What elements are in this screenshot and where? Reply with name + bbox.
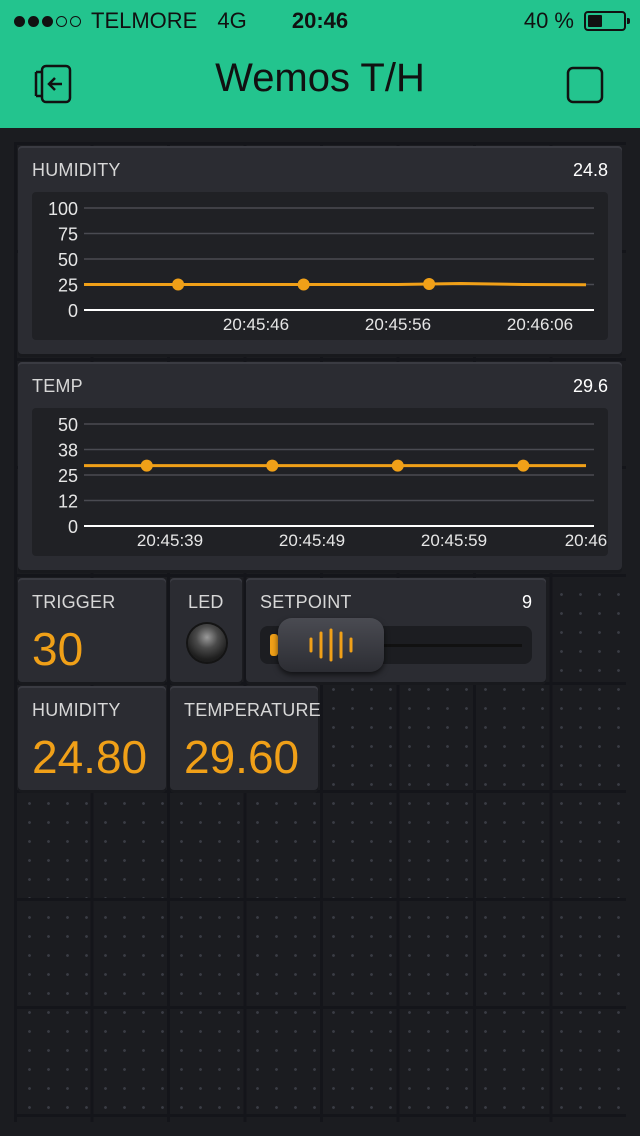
header: Wemos T/H [0, 40, 640, 128]
y-tick-label: 0 [68, 301, 78, 321]
y-tick-label: 25 [58, 466, 78, 486]
temp-plot-area: 50 38 25 12 0 20:45:39 20:45:49 20:45:59 20:46 [32, 408, 608, 556]
x-tick-label: 20:45:46 [223, 315, 289, 334]
humidity-chart-value: 24.8 [572, 160, 608, 180]
y-tick-label: 50 [58, 250, 78, 270]
setpoint-label: SETPOINT [260, 592, 352, 612]
data-point [391, 459, 404, 472]
humidity-chart: 100 75 50 25 0 20:45:46 20:45:56 20:46:06 [48, 199, 594, 334]
data-point [297, 278, 310, 291]
data-point [517, 459, 530, 472]
trigger-label: TRIGGER [32, 592, 116, 612]
led-widget: LED [170, 578, 242, 682]
slider-fill [270, 634, 278, 656]
status-bar: TELMORE 4G 20:46 40 % [0, 0, 640, 40]
y-tick-label: 100 [48, 199, 78, 219]
slider-grip-icon [309, 628, 353, 662]
series-line [84, 281, 587, 287]
y-tick-label: 75 [58, 225, 78, 245]
battery-icon [584, 11, 630, 31]
y-tick-label: 12 [58, 492, 78, 512]
stop-button[interactable] [562, 62, 608, 108]
humidity-plot-area: 100 75 50 25 0 20:45:46 20:45:56 20:46:06 [32, 192, 608, 340]
y-tick-label: 25 [58, 276, 78, 296]
x-tick-label: 20:45:49 [279, 531, 345, 550]
humidity-display-widget[interactable]: HUMIDITY 24.80 [18, 686, 166, 790]
y-tick-label: 0 [68, 517, 78, 537]
temp-chart-widget[interactable]: TEMP 29.6 50 38 25 12 0 20:45:39 20:45:49 20:45… [18, 362, 622, 570]
temp-chart-label: TEMP [32, 376, 83, 396]
humidity-chart-widget[interactable]: HUMIDITY 24.8 100 75 50 25 0 20:45:46 20:45:56… [18, 146, 622, 354]
page-title: Wemos T/H [215, 56, 425, 100]
temp-chart: 50 38 25 12 0 20:45:39 20:45:49 20:45:59 20:46 [58, 415, 608, 550]
temp-chart-value: 29.6 [572, 376, 608, 396]
trigger-widget[interactable]: TRIGGER 30 [18, 578, 166, 682]
x-tick-label: 20:45:59 [421, 531, 487, 550]
humidity-chart-label: HUMIDITY [32, 160, 121, 180]
slider-track-line [380, 644, 522, 647]
humidity-display-value: 24.80 [32, 731, 148, 783]
data-point [423, 277, 436, 290]
data-point [172, 278, 185, 291]
humidity-display-label: HUMIDITY [32, 700, 121, 720]
led-label: LED [188, 592, 224, 612]
x-tick-label: 20:46 [565, 531, 608, 550]
status-right: 40 % [523, 8, 630, 34]
temperature-display-widget[interactable]: TEMPERATURE 29.60 [170, 686, 321, 790]
x-tick-label: 20:45:39 [137, 531, 203, 550]
temperature-display-value: 29.60 [184, 731, 300, 783]
temperature-display-label: TEMPERATURE [184, 700, 321, 720]
slider-handle[interactable] [278, 618, 384, 672]
led-indicator [188, 624, 226, 662]
x-tick-label: 20:45:56 [365, 315, 431, 334]
data-point [140, 459, 153, 472]
battery-percent: 40 % [523, 8, 574, 33]
data-point [266, 459, 279, 472]
x-tick-label: 20:46:06 [507, 315, 573, 334]
y-tick-label: 38 [58, 441, 78, 461]
battery-fill [588, 15, 602, 27]
setpoint-widget: SETPOINT 9 [246, 578, 546, 682]
square-icon [566, 66, 604, 104]
trigger-value: 30 [32, 623, 84, 675]
y-tick-label: 50 [58, 415, 78, 435]
setpoint-value: 9 [521, 592, 532, 612]
